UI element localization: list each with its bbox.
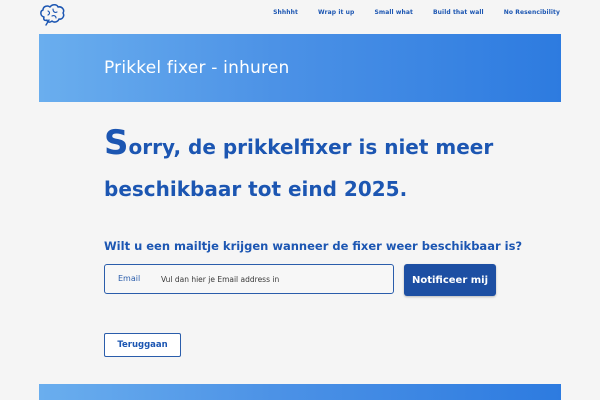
top-navigation: Shhhht Wrap it up Small what Build that … — [0, 0, 600, 30]
main-nav: Shhhht Wrap it up Small what Build that … — [253, 9, 560, 16]
nav-item-build-that-wall[interactable]: Build that wall — [433, 9, 484, 16]
brain-icon[interactable] — [38, 3, 66, 27]
nav-item-no-resencibility[interactable]: No Resencibility — [504, 9, 560, 16]
notify-question: Wilt u een mailtje krijgen wanneer de fi… — [104, 239, 523, 253]
back-button[interactable]: Teruggaan — [104, 333, 181, 357]
nav-item-shhhht[interactable]: Shhhht — [273, 9, 298, 16]
notify-button[interactable]: Notificeer mij — [404, 264, 496, 296]
hero-banner: Prikkel fixer - inhuren — [39, 34, 561, 102]
footer-banner — [39, 384, 561, 400]
email-field[interactable]: Email — [104, 264, 394, 294]
nav-item-small-what[interactable]: Small what — [374, 9, 413, 16]
headline-first-letter: S — [104, 123, 129, 163]
headline-line-1: orry, de prikkelfixer is niet meer — [128, 135, 494, 159]
headline-line-2: beschikbaar tot eind 2025. — [104, 177, 408, 201]
page-title: Prikkel fixer - inhuren — [104, 58, 290, 78]
nav-item-wrap-it-up[interactable]: Wrap it up — [318, 9, 354, 16]
email-label: Email — [118, 274, 141, 283]
email-input[interactable] — [161, 271, 383, 287]
page: Shhhht Wrap it up Small what Build that … — [0, 0, 600, 400]
unavailable-headline: Sorry, de prikkelfixer is niet meer besc… — [104, 126, 504, 210]
